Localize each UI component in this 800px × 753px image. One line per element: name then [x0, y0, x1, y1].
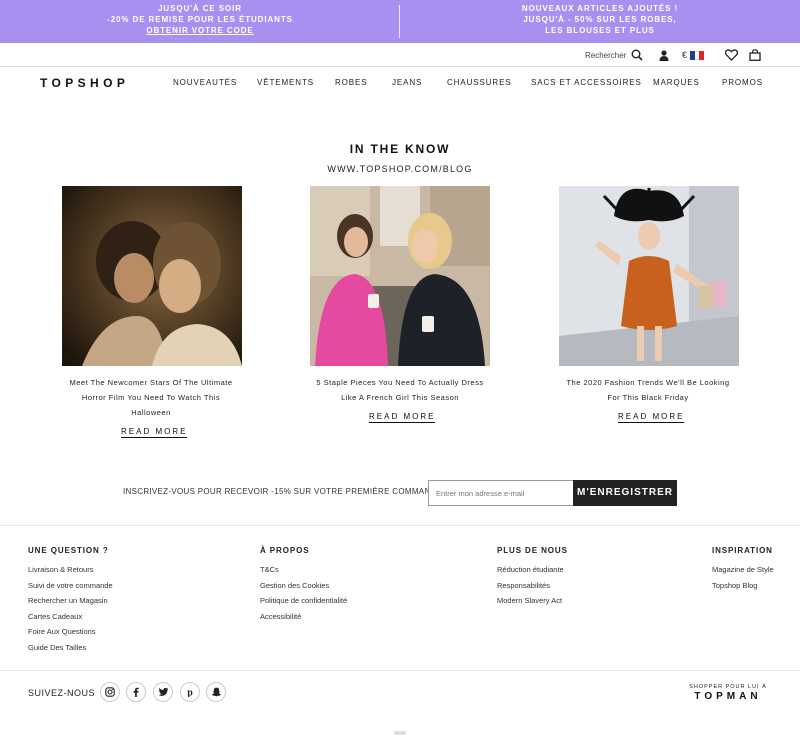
footer-link-delivery[interactable]: Livraison & Retours: [28, 562, 113, 578]
nav-item-marques[interactable]: MARQUES: [653, 78, 700, 87]
promo-right-line1: NOUVEAUX ARTICLES AJOUTÉS !: [521, 4, 679, 13]
topman-tagline: SHOPPER POUR LUI À: [689, 684, 767, 690]
blog-card-2-title-line: 5 Staple Pieces You Need To Actually Dre…: [316, 378, 484, 387]
blog-card-1-title[interactable]: Meet The Newcomer Stars Of The Ultimate …: [51, 375, 251, 420]
user-icon: [659, 49, 669, 61]
blog-card-1-read-more-link[interactable]: READ MORE: [121, 427, 188, 438]
snapchat-icon: [211, 687, 221, 697]
blog-card-1-title-line: Meet The Newcomer Stars Of The Ultimate: [69, 378, 233, 387]
bag-icon: [749, 49, 761, 61]
nav-item-promos[interactable]: PROMOS: [722, 78, 763, 87]
footer-link-privacy[interactable]: Politique de confidentialité: [260, 593, 347, 609]
footer-link-gift-cards[interactable]: Cartes Cadeaux: [28, 609, 113, 625]
topman-logo[interactable]: TOPMAN: [688, 691, 768, 702]
footer-link-faq[interactable]: Foire Aux Questions: [28, 624, 113, 640]
follow-us-label: SUIVEZ-NOUS: [28, 688, 96, 698]
promo-code-link[interactable]: OBTENIR VOTRE CODE: [146, 26, 253, 35]
footer-link-style-magazine[interactable]: Magazine de Style: [712, 562, 774, 578]
footer-link-topshop-blog[interactable]: Topshop Blog: [712, 578, 774, 594]
newsletter-text: INSCRIVEZ-VOUS POUR RECEVOIR -15% SUR VO…: [123, 487, 443, 496]
footer-link-cookies[interactable]: Gestion des Cookies: [260, 578, 347, 594]
promo-right-line3: LES BLOUSES ET PLUS: [545, 26, 655, 35]
facebook-icon: [133, 687, 139, 697]
blog-card-3-title-line: The 2020 Fashion Trends We'll Be Looking: [566, 378, 730, 387]
promo-right-line2: JUSQU'À - 50% SUR LES ROBES,: [523, 15, 677, 24]
scroll-indicator: [394, 731, 406, 735]
blog-card-2-title[interactable]: 5 Staple Pieces You Need To Actually Dre…: [300, 375, 500, 405]
instagram-icon: [105, 687, 115, 697]
pinterest-button[interactable]: p: [180, 682, 200, 702]
account-button[interactable]: [659, 43, 669, 67]
footer-link-responsibility[interactable]: Responsabilités: [497, 578, 568, 594]
footer-link-tcs[interactable]: T&Cs: [260, 562, 347, 578]
blog-card-3-title[interactable]: The 2020 Fashion Trends We'll Be Looking…: [548, 375, 748, 405]
blog-card-2-image[interactable]: [310, 186, 490, 366]
svg-text:p: p: [187, 687, 193, 697]
twitter-button[interactable]: [153, 682, 173, 702]
snapchat-button[interactable]: [206, 682, 226, 702]
currency-symbol: €: [682, 50, 688, 60]
blog-card-1-image[interactable]: [62, 186, 242, 366]
nav-item-vetements[interactable]: VÊTEMENTS: [257, 78, 314, 87]
twitter-icon: [157, 687, 168, 696]
nav-item-sacs-accessoires[interactable]: SACS ET ACCESSOIRES: [531, 78, 642, 87]
footer-divider-top: [0, 525, 800, 526]
nav-item-robes[interactable]: ROBES: [335, 78, 368, 87]
footer-heading: À PROPOS: [260, 546, 310, 555]
newsletter-submit-button[interactable]: M'ENREGISTRER: [573, 480, 677, 506]
heart-icon: [725, 49, 738, 61]
blog-card-3-image[interactable]: [559, 186, 739, 366]
footer-column-inspiration: INSPIRATION Magazine de Style Topshop Bl…: [712, 546, 774, 593]
blog-card-3-read-more-link[interactable]: READ MORE: [618, 412, 685, 423]
nav-item-chaussures[interactable]: CHAUSSURES: [447, 78, 512, 87]
utility-bar: Rechercher €: [0, 43, 800, 67]
topshop-logo[interactable]: TOPSHOP: [40, 76, 129, 90]
instagram-button[interactable]: [100, 682, 120, 702]
footer-link-accessibility[interactable]: Accessibilité: [260, 609, 347, 625]
blog-card-3-title-line: For This Black Friday: [607, 393, 689, 402]
currency-selector[interactable]: €: [682, 43, 705, 67]
newsletter-email-field[interactable]: [428, 480, 574, 506]
wishlist-button[interactable]: [725, 43, 738, 67]
facebook-button[interactable]: [126, 682, 146, 702]
blog-card-1-title-line: Halloween: [131, 408, 171, 417]
footer-column-about: À PROPOS T&Cs Gestion des Cookies Politi…: [260, 546, 347, 624]
blog-card-1-title-line: Horror Film You Need To Watch This: [81, 393, 221, 402]
footer-column-question: UNE QUESTION ? Livraison & Retours Suivi…: [28, 546, 113, 656]
nav-item-nouveautes[interactable]: NOUVEAUTÉS: [173, 78, 237, 87]
blog-card-2-title-line: Like A French Girl This Season: [341, 393, 459, 402]
promo-left: JUSQU'À CE SOIR -20% DE REMISE POUR LES …: [0, 3, 400, 36]
footer-heading: PLUS DE NOUS: [497, 546, 568, 555]
footer-link-store-finder[interactable]: Rechercher un Magasin: [28, 593, 113, 609]
search-label: Rechercher: [585, 50, 627, 60]
footer-link-size-guide[interactable]: Guide Des Tailles: [28, 640, 113, 656]
promo-right[interactable]: NOUVEAUX ARTICLES AJOUTÉS ! JUSQU'À - 50…: [400, 3, 800, 36]
nav-item-jeans[interactable]: JEANS: [392, 78, 422, 87]
blog-url[interactable]: WWW.TOPSHOP.COM/BLOG: [0, 164, 800, 174]
footer-link-modern-slavery[interactable]: Modern Slavery Act: [497, 593, 568, 609]
blog-card-2-read-more-link[interactable]: READ MORE: [369, 412, 436, 423]
main-nav: TOPSHOP NOUVEAUTÉS VÊTEMENTS ROBES JEANS…: [0, 68, 800, 96]
footer-heading: UNE QUESTION ?: [28, 546, 109, 555]
search-button[interactable]: Rechercher: [585, 43, 643, 67]
promo-banner: JUSQU'À CE SOIR -20% DE REMISE POUR LES …: [0, 0, 800, 43]
footer-heading: INSPIRATION: [712, 546, 773, 555]
footer-link-student-discount[interactable]: Réduction étudiante: [497, 562, 568, 578]
footer-column-more: PLUS DE NOUS Réduction étudiante Respons…: [497, 546, 568, 609]
bag-button[interactable]: [749, 43, 761, 67]
promo-left-line1: JUSQU'À CE SOIR: [158, 4, 242, 13]
footer-divider-bottom: [0, 670, 800, 671]
footer-link-order-tracking[interactable]: Suivi de votre commande: [28, 578, 113, 594]
france-flag-icon: [690, 50, 705, 60]
blog-section-title: IN THE KNOW: [349, 142, 451, 156]
search-icon: [631, 49, 643, 61]
pinterest-icon: p: [187, 687, 193, 697]
promo-left-line2: -20% DE REMISE POUR LES ÉTUDIANTS: [107, 15, 293, 24]
